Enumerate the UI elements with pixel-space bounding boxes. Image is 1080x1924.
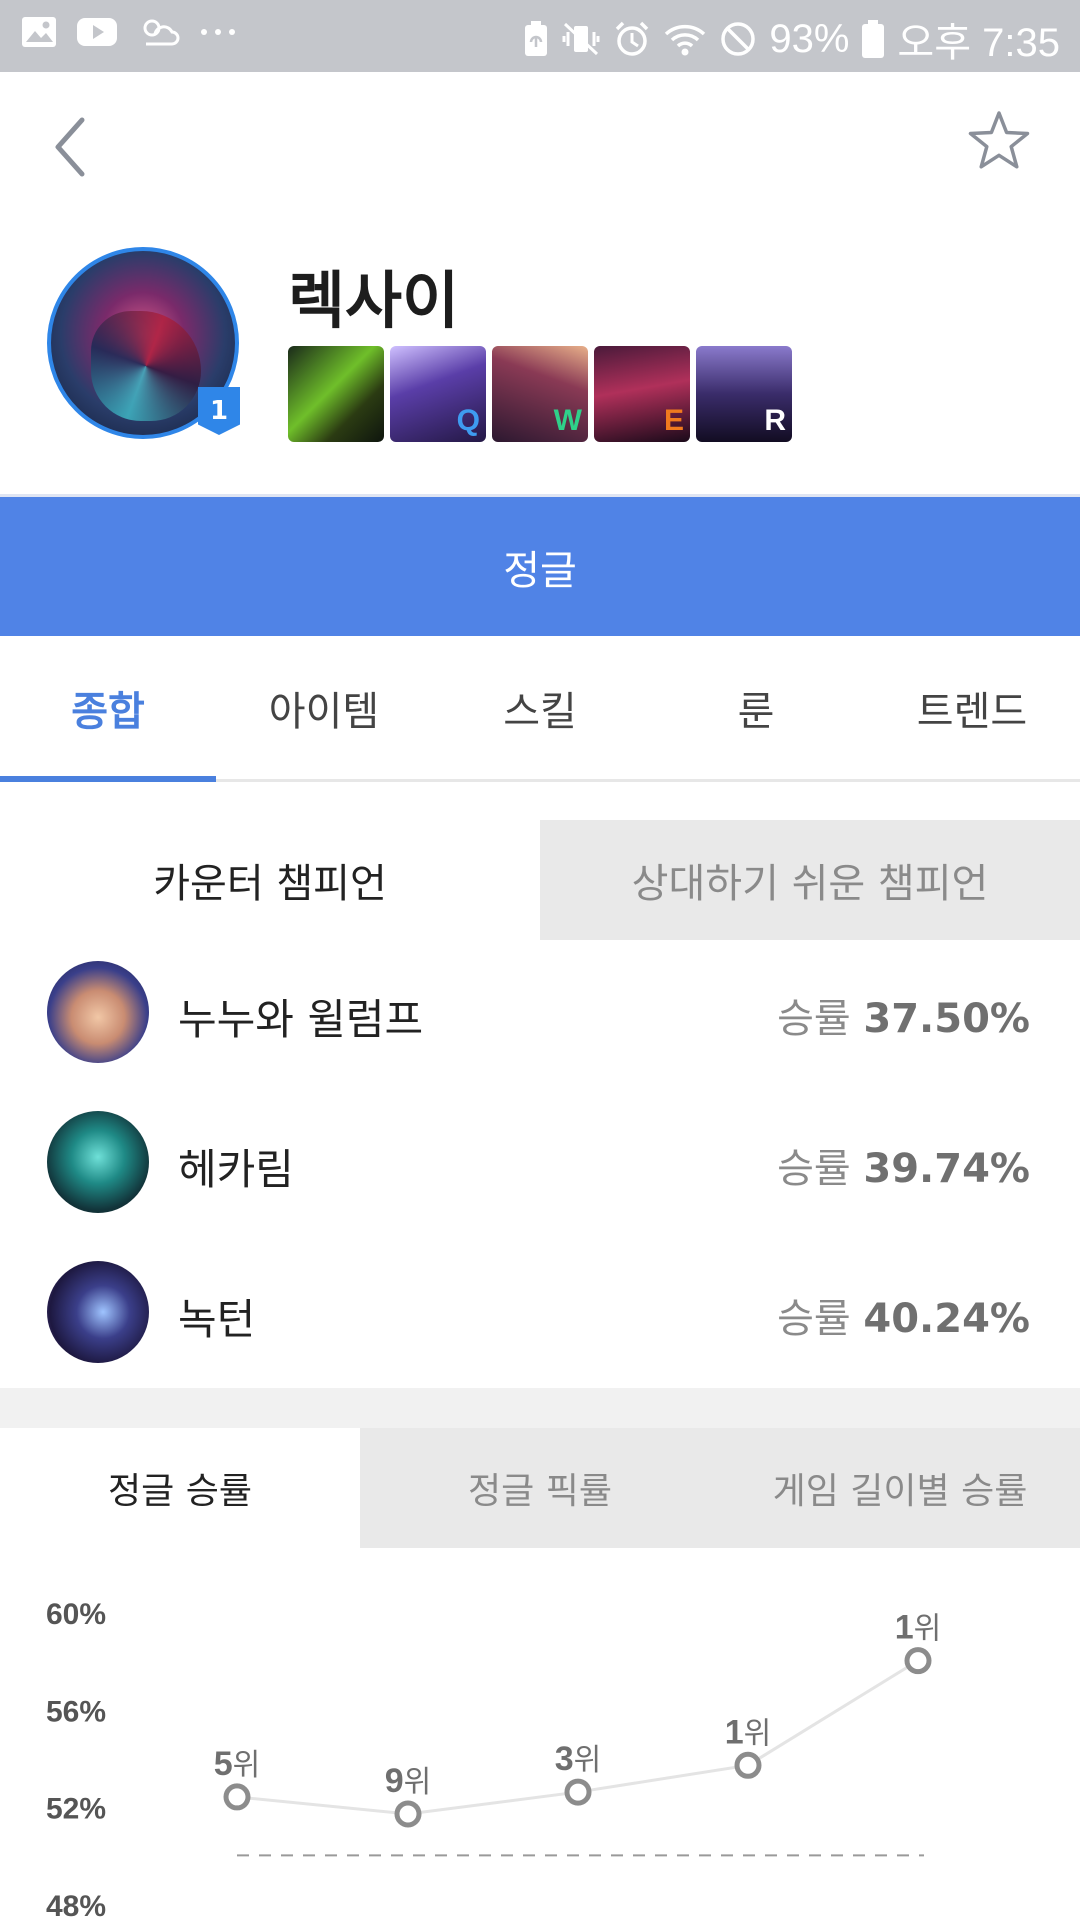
data-label: 3위 — [555, 1740, 602, 1778]
tab-win-rate-by-length[interactable]: 게임 길이별 승률 — [720, 1428, 1080, 1548]
favorite-button[interactable] — [966, 108, 1032, 174]
win-rate: 승률 39.74% — [777, 1136, 1030, 1194]
y-tick-label: 52% — [46, 1793, 106, 1826]
tab-counter-champions[interactable]: 카운터 챔피언 — [0, 820, 540, 940]
win-rate-label: 승률 — [777, 996, 851, 1042]
tab-skills[interactable]: 스킬 — [432, 636, 648, 779]
clock: 오후 7:35 — [897, 21, 1060, 65]
tab-jungle-win-rate[interactable]: 정글 승률 — [0, 1428, 360, 1548]
tab-jungle-pick-rate[interactable]: 정글 픽률 — [360, 1428, 720, 1548]
win-rate: 승률 37.50% — [777, 986, 1030, 1044]
youtube-icon — [76, 17, 118, 47]
skill-key-q: Q — [456, 404, 480, 437]
list-item[interactable]: 누누와 윌럼프 승률 37.50% — [0, 950, 1080, 1100]
skill-q-icon[interactable]: Q — [390, 346, 486, 442]
status-right: 93% 오후 7:35 — [523, 10, 1060, 68]
main-tabs: 종합 아이템 스킬 룬 트렌드 — [0, 636, 1080, 782]
win-rate-value: 37.50% — [863, 996, 1030, 1042]
champion-name: 누누와 윌럼프 — [178, 995, 424, 1044]
back-button[interactable] — [50, 112, 110, 182]
rank-badge: 1 — [198, 387, 240, 435]
battery-saver-icon — [523, 20, 549, 58]
weather-icon — [136, 14, 180, 50]
data-point — [223, 1783, 251, 1811]
skill-w-icon[interactable]: W — [492, 346, 588, 442]
skill-r-icon[interactable]: R — [696, 346, 792, 442]
win-rate: 승률 40.24% — [777, 1286, 1030, 1344]
wifi-icon — [663, 20, 707, 58]
tab-items[interactable]: 아이템 — [216, 636, 432, 779]
list-item[interactable]: 녹턴 승률 40.24% — [0, 1250, 1080, 1400]
data-label: 1위 — [895, 1609, 942, 1647]
data-label: 5위 — [214, 1745, 261, 1783]
counter-list: 누누와 윌럼프 승률 37.50% 헤카림 승률 39.74% 녹턴 승률 40… — [0, 950, 1080, 1400]
alarm-icon — [613, 20, 651, 58]
chevron-left-icon — [55, 117, 85, 177]
win-rate-value: 40.24% — [863, 1296, 1030, 1342]
tab-runes[interactable]: 룬 — [648, 636, 864, 779]
skill-icons: Q W E R — [288, 346, 792, 442]
win-rate-value: 39.74% — [863, 1146, 1030, 1192]
win-rate-chart: 60% 56% 52% 48% 5위 9위 3위 1위 1위 — [0, 1548, 1080, 1923]
avatar — [47, 1261, 149, 1363]
tab-overview[interactable]: 종합 — [0, 636, 216, 782]
data-point — [904, 1647, 932, 1675]
status-bar: 93% 오후 7:35 — [0, 0, 1080, 72]
app-header — [0, 72, 1080, 202]
vibrate-icon — [561, 20, 601, 58]
win-rate-label: 승률 — [777, 1146, 851, 1192]
avatar — [47, 1111, 149, 1213]
avatar — [47, 961, 149, 1063]
skill-key-w: W — [553, 404, 582, 437]
list-item[interactable]: 헤카림 승률 39.74% — [0, 1100, 1080, 1250]
tab-trends[interactable]: 트렌드 — [864, 636, 1080, 779]
champion-name: 녹턴 — [178, 1295, 256, 1344]
data-label: 9위 — [385, 1762, 432, 1800]
y-tick-label: 48% — [46, 1890, 106, 1920]
win-rate-label: 승률 — [777, 1296, 851, 1342]
section-divider — [0, 1388, 1080, 1428]
status-left-icons — [20, 14, 238, 50]
tab-easy-champions[interactable]: 상대하기 쉬운 챔피언 — [540, 820, 1080, 940]
y-tick-label: 56% — [46, 1695, 106, 1728]
gallery-icon — [20, 15, 58, 49]
line-chart: 60% 56% 52% 48% 5위 9위 3위 1위 1위 — [46, 1598, 942, 1923]
passive-skill-icon[interactable] — [288, 346, 384, 442]
data-point — [564, 1778, 592, 1806]
data-label: 1위 — [725, 1713, 772, 1751]
more-dots-icon — [198, 26, 238, 38]
star-outline-icon — [968, 111, 1030, 169]
champion-name: 헤카림 — [178, 1145, 294, 1194]
skill-key-r: R — [764, 404, 786, 437]
skill-e-icon[interactable]: E — [594, 346, 690, 442]
graph-tabs: 정글 승률 정글 픽률 게임 길이별 승률 — [0, 1428, 1080, 1548]
skill-key-e: E — [663, 404, 684, 437]
battery-percent: 93% — [769, 16, 850, 61]
champion-name: 렉사이 — [288, 264, 460, 337]
matchup-tabs: 카운터 챔피언 상대하기 쉬운 챔피언 — [0, 820, 1080, 940]
data-point — [734, 1751, 762, 1779]
data-point — [394, 1800, 422, 1828]
blocked-icon — [719, 20, 757, 58]
battery-icon — [861, 19, 885, 59]
champion-header: 1 렉사이 Q W E R — [0, 202, 1080, 492]
role-selector[interactable]: 정글 — [0, 494, 1080, 636]
y-tick-label: 60% — [46, 1598, 106, 1631]
